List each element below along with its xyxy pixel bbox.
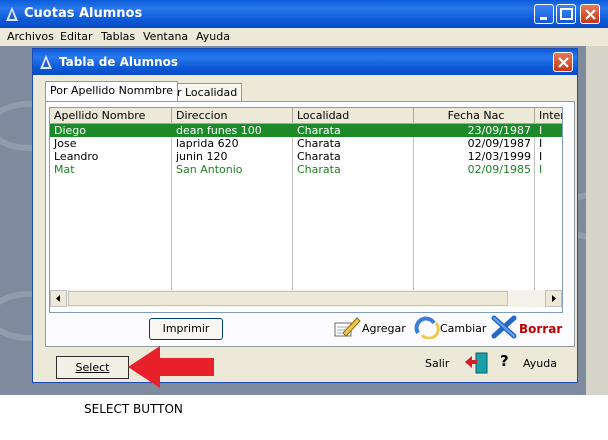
main-titlebar[interactable]: Cuotas Alumnos <box>0 0 608 28</box>
cell-apellido: Jose <box>54 137 77 150</box>
close-button[interactable] <box>580 4 600 24</box>
scroll-left-button[interactable] <box>50 290 67 307</box>
scroll-right-button[interactable] <box>545 290 562 307</box>
select-button[interactable]: Select <box>56 356 129 379</box>
borrar-label: Borrar <box>519 322 563 336</box>
minimize-icon <box>540 17 547 20</box>
column-header-direccion[interactable]: Direccion <box>172 108 293 124</box>
cell-fecha: 02/09/1987 <box>467 137 531 150</box>
cambiar-button[interactable]: Cambiar <box>414 315 487 339</box>
cell-localidad: Charata <box>297 150 341 163</box>
column-header-fecha-nac[interactable]: Fecha Nac <box>414 108 535 124</box>
tab-por-apellido[interactable]: Por Apellido Nommbre <box>45 81 179 101</box>
help-question-icon[interactable]: ? <box>500 352 509 370</box>
cell-direccion: San Antonio <box>176 163 243 176</box>
close-icon <box>585 9 596 20</box>
arrow-right-icon <box>552 295 556 302</box>
maximize-icon <box>560 8 573 20</box>
menu-archivos[interactable]: Archivos <box>7 30 54 43</box>
column-header-inter[interactable]: Inter <box>535 108 562 124</box>
alumnos-grid[interactable]: Apellido Nombre Direccion Localidad Fech… <box>49 107 563 313</box>
table-row[interactable]: Leandro junin 120 Charata 12/03/1999 I <box>50 150 562 163</box>
table-row[interactable]: Mat San Antonio Charata 02/09/1985 I <box>50 163 562 176</box>
cell-inter: I <box>539 150 543 163</box>
menu-ventana[interactable]: Ventana <box>143 30 188 43</box>
table-row[interactable]: Diego dean funes 100 Charata 23/09/1987 … <box>50 124 562 137</box>
annotation-arrow-icon <box>128 346 214 388</box>
menubar: Archivos Editar Tablas Ventana Ayuda <box>0 28 608 46</box>
cell-apellido: Diego <box>54 124 87 137</box>
mdi-right-strip <box>586 46 608 395</box>
exit-door-button[interactable] <box>463 351 491 375</box>
maximize-button[interactable] <box>556 4 576 24</box>
main-window-title: Cuotas Alumnos <box>24 6 143 21</box>
cell-fecha: 02/09/1985 <box>467 163 531 176</box>
select-label: Select <box>75 361 110 374</box>
agregar-label: Agregar <box>362 322 406 335</box>
salir-label: Salir <box>425 357 450 370</box>
menu-editar[interactable]: Editar <box>60 30 93 43</box>
arrow-left-icon <box>56 295 60 302</box>
dialog-titlebar[interactable]: Tabla de Alumnos <box>33 49 577 75</box>
tabla-alumnos-dialog: Tabla de Alumnos Por Apellido Nommbre Po… <box>32 48 578 383</box>
table-row[interactable]: Jose laprida 620 Charata 02/09/1987 I <box>50 137 562 150</box>
column-header-apellido[interactable]: Apellido Nombre <box>50 108 172 124</box>
cell-inter: I <box>539 124 543 137</box>
ayuda-button[interactable]: Ayuda <box>523 357 557 370</box>
cell-fecha: 23/09/1987 <box>467 124 531 137</box>
cambiar-label: Cambiar <box>440 322 487 335</box>
scroll-thumb[interactable] <box>68 291 508 306</box>
column-header-localidad[interactable]: Localidad <box>293 108 414 124</box>
dialog-title: Tabla de Alumnos <box>59 55 178 69</box>
annotation-caption: SELECT BUTTON <box>84 402 183 416</box>
borrar-button[interactable]: Borrar <box>491 315 563 339</box>
cell-apellido: Mat <box>54 163 75 176</box>
edit-pencil-icon <box>334 317 361 337</box>
cell-direccion: dean funes 100 <box>176 124 262 137</box>
cell-localidad: Charata <box>297 163 341 176</box>
cell-apellido: Leandro <box>54 150 99 163</box>
cell-fecha: 12/03/1999 <box>467 150 531 163</box>
delete-x-icon <box>491 315 517 339</box>
minimize-button[interactable] <box>534 4 554 24</box>
cell-direccion: junin 120 <box>176 150 228 163</box>
cell-localidad: Charata <box>297 137 341 150</box>
refresh-icon <box>414 316 440 339</box>
dialog-close-button[interactable] <box>553 52 573 72</box>
imprimir-button[interactable]: Imprimir <box>149 318 223 340</box>
app-logo-icon <box>6 7 18 21</box>
menu-ayuda[interactable]: Ayuda <box>196 30 230 43</box>
cell-inter: I <box>539 163 543 176</box>
horizontal-scrollbar[interactable] <box>50 290 562 307</box>
cell-direccion: laprida 620 <box>176 137 239 150</box>
close-icon <box>558 57 569 68</box>
agregar-button[interactable]: Agregar <box>333 315 406 339</box>
dialog-logo-icon <box>40 55 52 69</box>
cell-localidad: Charata <box>297 124 341 137</box>
imprimir-label: Imprimir <box>162 322 210 335</box>
cell-inter: I <box>539 137 543 150</box>
menu-tablas[interactable]: Tablas <box>101 30 135 43</box>
